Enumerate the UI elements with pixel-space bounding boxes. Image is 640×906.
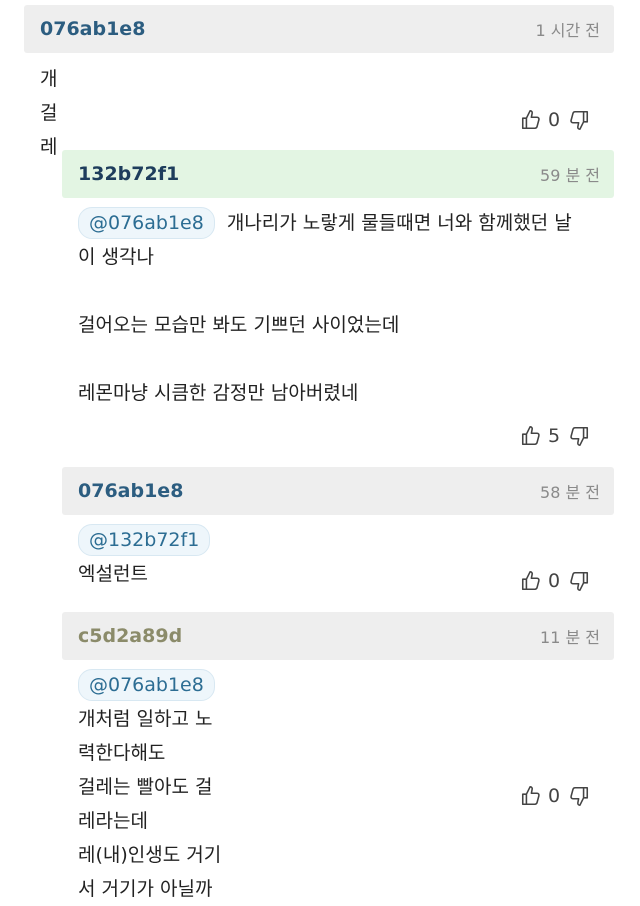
- comment-line: @076ab1e8 개나리가 노랗게 물들때면 너와 함께했던 날: [78, 206, 608, 240]
- comment-line: [78, 274, 608, 308]
- comment-author[interactable]: c5d2a89d: [78, 625, 182, 647]
- vote-bar: 0: [520, 782, 590, 810]
- comment-time: 59 분 전: [540, 166, 600, 185]
- comment-line: 개걸레: [40, 68, 58, 158]
- comment-line: @076ab1e8개처럼 일하고 노력한다해도: [78, 668, 227, 770]
- comment-body: @132b72f1엑설런트: [78, 523, 222, 591]
- comment-line: 레몬마냥 시큼한 감정만 남아버렸네: [78, 382, 359, 404]
- comment-header: 076ab1e8 1 시간 전: [24, 5, 614, 53]
- thumbs-down-icon[interactable]: [568, 109, 590, 131]
- comment-author[interactable]: 076ab1e8: [78, 480, 183, 502]
- like-count: 0: [548, 109, 561, 131]
- comment-line: @132b72f1엑설런트: [78, 523, 222, 591]
- vote-bar: 5: [520, 422, 590, 450]
- mention-chip[interactable]: @076ab1e8: [78, 669, 215, 701]
- thumbs-down-icon[interactable]: [568, 570, 590, 592]
- like-count: 5: [548, 425, 561, 447]
- thumbs-up-icon[interactable]: [520, 425, 542, 447]
- like-count: 0: [548, 570, 561, 592]
- comment-author[interactable]: 076ab1e8: [40, 18, 145, 40]
- comment-header: c5d2a89d 11 분 전: [62, 612, 614, 660]
- comment-line: 레(내)인생도 거기서 거기가 아닐까: [78, 844, 222, 900]
- comment-body: @076ab1e8 개나리가 노랗게 물들때면 너와 함께했던 날 이 생각나 걸…: [78, 206, 608, 410]
- comment-line: [78, 342, 608, 376]
- comment-time: 11 분 전: [540, 628, 600, 647]
- comment-body: 개걸레: [40, 62, 57, 164]
- vote-bar: 0: [520, 106, 590, 134]
- comment-time: 58 분 전: [540, 483, 600, 502]
- mention-chip[interactable]: @132b72f1: [78, 524, 211, 556]
- comment-line: 걸어오는 모습만 봐도 기쁘던 사이었는데: [78, 314, 400, 336]
- comment-header: 132b72f1 59 분 전: [62, 150, 614, 198]
- thumbs-up-icon[interactable]: [520, 109, 542, 131]
- thumbs-down-icon[interactable]: [568, 425, 590, 447]
- comment-header: 076ab1e8 58 분 전: [62, 467, 614, 515]
- comment-body: @076ab1e8개처럼 일하고 노력한다해도 걸레는 빨아도 걸레라는데 레(…: [78, 668, 227, 906]
- comment-line: 이 생각나: [78, 246, 154, 268]
- mention-chip[interactable]: @076ab1e8: [78, 207, 215, 239]
- like-count: 0: [548, 785, 561, 807]
- comment-author[interactable]: 132b72f1: [78, 163, 179, 185]
- thumbs-up-icon[interactable]: [520, 570, 542, 592]
- thumbs-up-icon[interactable]: [520, 785, 542, 807]
- vote-bar: 0: [520, 567, 590, 595]
- comment-time: 1 시간 전: [535, 21, 600, 40]
- comment-line: 걸레는 빨아도 걸레라는데: [78, 776, 213, 832]
- thumbs-down-icon[interactable]: [568, 785, 590, 807]
